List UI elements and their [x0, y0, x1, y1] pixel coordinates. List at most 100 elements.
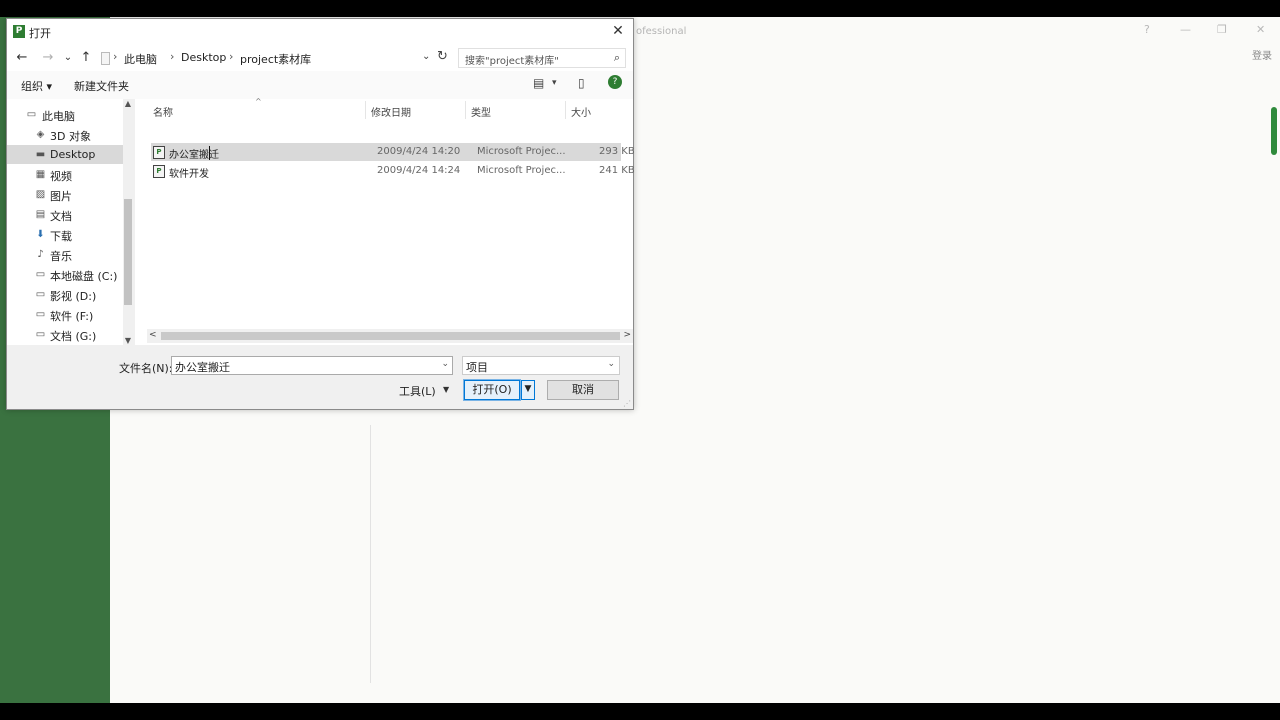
drive-icon: ▭ [35, 289, 46, 300]
nav-item-label: 本地磁盘 (C:) [50, 270, 118, 283]
breadcrumb-this-pc[interactable]: 此电脑 [124, 51, 157, 67]
scroll-right-icon[interactable]: > [623, 330, 631, 340]
nav-item-this-pc[interactable]: ▭ 此电脑 [7, 105, 125, 124]
horizontal-scrollbar[interactable]: < > [147, 329, 633, 343]
nav-item-label: 此电脑 [42, 110, 75, 123]
drive-icon: ▭ [35, 269, 46, 280]
filter-value: 项目 [466, 361, 488, 374]
download-icon: ⬇ [36, 229, 45, 240]
sort-ascending-icon: ^ [255, 97, 262, 106]
background-help-button[interactable]: ? [1144, 23, 1150, 36]
breadcrumb-separator-icon: › [113, 50, 118, 63]
nav-item-label: 视频 [50, 170, 72, 183]
nav-item-pictures[interactable]: ▨ 图片 [7, 185, 125, 204]
view-dropdown-icon[interactable]: ▾ [552, 78, 557, 88]
nav-item-downloads[interactable]: ⬇ 下载 [7, 225, 125, 244]
file-name: 软件开发 [169, 169, 209, 180]
project-file-icon: P [153, 146, 165, 159]
open-button[interactable]: 打开(O) [463, 379, 521, 401]
breadcrumb-separator-icon: › [170, 50, 175, 63]
nav-item-label: 软件 (F:) [50, 310, 94, 323]
column-header-type[interactable]: 类型 [471, 104, 491, 119]
open-options-icon[interactable]: ▼ [521, 380, 535, 400]
nav-item-drive-d[interactable]: ▭ 影视 (D:) [7, 285, 125, 304]
column-divider[interactable] [365, 101, 366, 119]
search-input[interactable]: 搜索"project素材库" [465, 52, 559, 67]
up-button[interactable]: ↑ [77, 49, 95, 67]
file-type-filter[interactable]: 项目 ⌄ [462, 356, 620, 375]
navigation-bar: ← → ⌄ ↑ › 此电脑 › Desktop › project素材库 ⌄ ↻… [7, 45, 633, 71]
nav-item-label: 文档 [50, 210, 72, 223]
nav-item-label: Desktop [50, 148, 96, 161]
address-dropdown-icon[interactable]: ⌄ [422, 51, 430, 62]
filename-label: 文件名(N): [119, 362, 173, 375]
nav-item-drive-c[interactable]: ▭ 本地磁盘 (C:) [7, 265, 125, 284]
recent-locations-button[interactable]: ⌄ [59, 49, 77, 67]
nav-item-label: 文档 (G:) [50, 330, 97, 343]
image-icon: ▨ [35, 189, 46, 200]
file-type: Microsoft Projec... [477, 165, 566, 176]
background-login-link[interactable]: 登录 [1252, 47, 1272, 62]
nav-pane-scrollbar[interactable]: ▲ ▼ [123, 99, 133, 345]
file-row[interactable]: P 软件开发 2009/4/24 14:24 Microsoft Projec.… [151, 162, 635, 180]
nav-item-documents[interactable]: ▤ 文档 [7, 205, 125, 224]
search-icon[interactable]: ⌕ [614, 51, 620, 65]
nav-item-drive-g[interactable]: ▭ 文档 (G:) [7, 325, 125, 344]
file-size: 241 KB [599, 165, 635, 176]
breadcrumb-desktop[interactable]: Desktop [181, 51, 226, 64]
forward-button[interactable]: → [39, 49, 57, 67]
dialog-toolbar: 组织 ▾ 新建文件夹 ▤ ▾ ▯ ? [7, 71, 633, 99]
filename-field[interactable]: 办公室搬迁 ⌄ [171, 356, 453, 375]
background-restore-button[interactable]: ❐ [1217, 23, 1227, 36]
tools-button[interactable]: 工具(L) [399, 383, 436, 399]
background-minimize-button[interactable]: — [1180, 23, 1191, 36]
drive-icon: ▭ [35, 309, 46, 320]
column-divider[interactable] [565, 101, 566, 119]
cancel-button[interactable]: 取消 [547, 380, 619, 400]
file-date: 2009/4/24 14:24 [377, 165, 461, 176]
open-file-dialog: P 打开 ✕ ← → ⌄ ↑ › 此电脑 › Desktop › project… [6, 18, 635, 410]
nav-item-3d-objects[interactable]: ◈ 3D 对象 [7, 125, 125, 144]
organize-button[interactable]: 组织 ▾ [21, 78, 52, 94]
column-header-size[interactable]: 大小 [571, 104, 591, 119]
chevron-down-icon[interactable]: ⌄ [607, 359, 615, 369]
nav-item-drive-f[interactable]: ▭ 软件 (F:) [7, 305, 125, 324]
background-scroll-indicator[interactable] [1271, 107, 1277, 155]
column-header-date[interactable]: 修改日期 [371, 104, 411, 119]
nav-item-label: 影视 (D:) [50, 290, 97, 303]
search-box[interactable]: 搜索"project素材库" ⌕ [458, 48, 626, 68]
back-button[interactable]: ← [13, 49, 31, 67]
refresh-icon[interactable]: ↻ [437, 49, 448, 64]
close-button[interactable]: ✕ [603, 19, 633, 45]
computer-icon: ▭ [26, 109, 37, 120]
address-bar[interactable]: › 此电脑 › Desktop › project素材库 ⌄ ↻ [97, 48, 457, 68]
nav-item-label: 音乐 [50, 250, 72, 263]
background-close-button[interactable]: ✕ [1256, 23, 1265, 36]
video-icon: ▦ [35, 169, 46, 180]
view-options-icon[interactable]: ▤ [533, 76, 544, 90]
navigation-pane: ▭ 此电脑 ◈ 3D 对象 ▬ Desktop ▦ 视频 ▨ 图片 ▤ 文档 ⬇… [7, 99, 133, 345]
help-icon[interactable]: ? [608, 75, 622, 89]
scroll-left-icon[interactable]: < [149, 330, 157, 340]
nav-item-videos[interactable]: ▦ 视频 [7, 165, 125, 184]
file-type: Microsoft Projec... [477, 146, 566, 157]
scroll-down-icon[interactable]: ▼ [123, 336, 133, 345]
file-date: 2009/4/24 14:20 [377, 146, 461, 157]
breadcrumb-project-library[interactable]: project素材库 [240, 51, 311, 67]
scroll-thumb[interactable] [161, 332, 620, 340]
column-divider[interactable] [465, 101, 466, 119]
tools-dropdown-icon[interactable]: ▼ [443, 385, 449, 394]
nav-item-music[interactable]: ♪ 音乐 [7, 245, 125, 264]
scroll-up-icon[interactable]: ▲ [123, 99, 133, 108]
new-folder-button[interactable]: 新建文件夹 [74, 78, 129, 94]
preview-pane-icon[interactable]: ▯ [578, 76, 585, 90]
filename-value[interactable]: 办公室搬迁 [175, 359, 230, 375]
chevron-down-icon[interactable]: ⌄ [441, 359, 449, 369]
background-app-title: ofessional [636, 26, 687, 37]
resize-grip-icon[interactable]: ⋰ [623, 399, 631, 408]
music-icon: ♪ [37, 249, 44, 260]
scroll-thumb[interactable] [124, 199, 132, 305]
column-header-name[interactable]: 名称 [153, 104, 173, 119]
nav-item-desktop[interactable]: ▬ Desktop [7, 145, 125, 164]
file-row[interactable]: P 办公室搬迁 2009/4/24 14:20 Microsoft Projec… [151, 143, 635, 161]
